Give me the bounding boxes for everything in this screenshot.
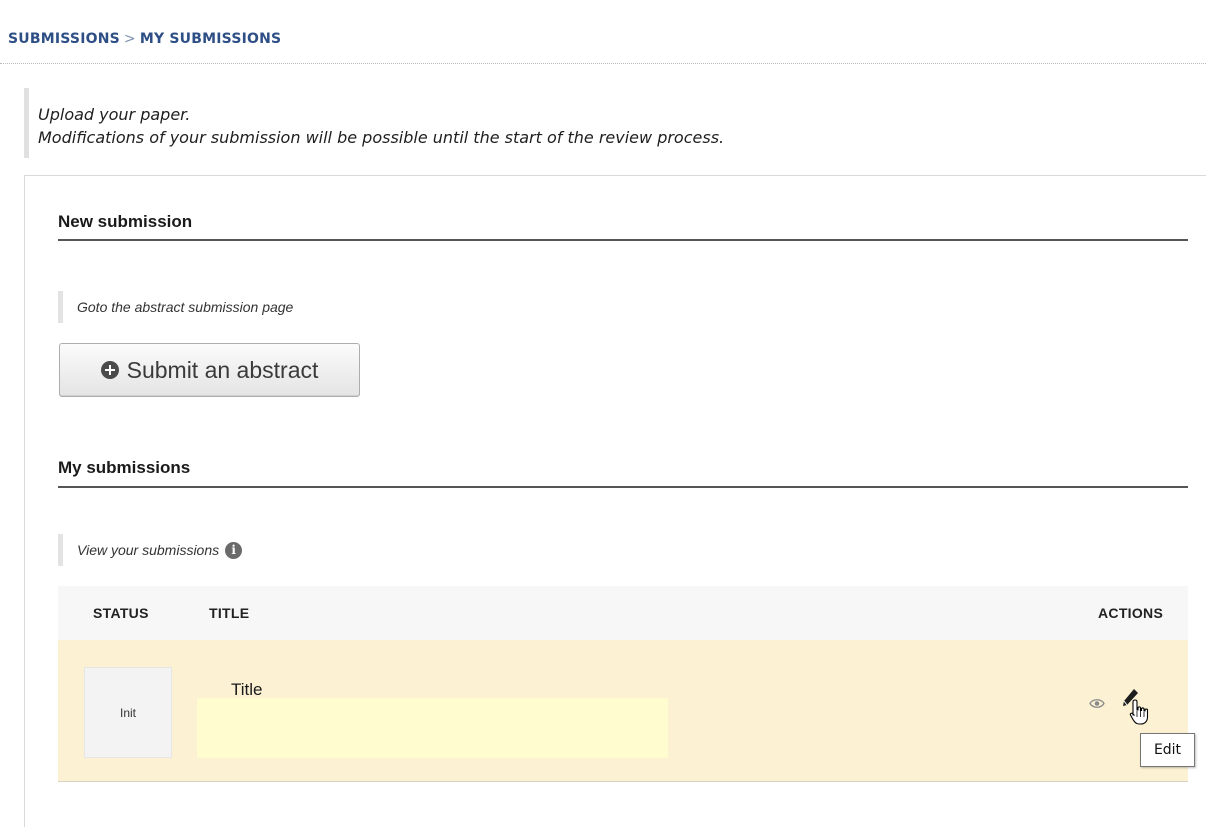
submission-title[interactable]: Title xyxy=(231,680,263,700)
column-header-status: STATUS xyxy=(93,605,149,621)
my-submissions-heading: My submissions xyxy=(58,458,191,477)
breadcrumb: SUBMISSIONS > MY SUBMISSIONS xyxy=(0,0,1206,64)
column-header-actions: ACTIONS xyxy=(1098,605,1164,621)
submissions-table-header: STATUS TITLE ACTIONS xyxy=(58,586,1188,640)
intro-line-2: Modifications of your submission will be… xyxy=(38,128,725,147)
breadcrumb-separator: > xyxy=(123,31,136,47)
title-highlight xyxy=(197,698,668,758)
intro-line-1: Upload your paper. xyxy=(38,105,191,124)
new-submission-divider xyxy=(58,239,1188,241)
edit-tooltip: Edit xyxy=(1140,733,1195,767)
column-header-title: TITLE xyxy=(209,605,250,621)
view-eye-icon[interactable] xyxy=(1089,696,1105,714)
breadcrumb-current-page: MY SUBMISSIONS xyxy=(139,31,282,47)
my-submissions-divider xyxy=(58,486,1188,488)
breadcrumb-text: SUBMISSIONS > MY SUBMISSIONS xyxy=(8,31,281,47)
breadcrumb-link-submissions[interactable]: SUBMISSIONS xyxy=(8,31,120,47)
my-submissions-hint-text: View your submissions xyxy=(77,542,220,558)
intro-note: Upload your paper. Modifications of your… xyxy=(24,88,1184,158)
info-icon[interactable]: i xyxy=(225,541,243,559)
new-submission-hint-text: Goto the abstract submission page xyxy=(77,299,294,315)
plus-circle-icon xyxy=(100,361,119,379)
hand-pointer-cursor-icon xyxy=(1128,698,1152,733)
status-text: Init xyxy=(119,705,136,720)
submit-abstract-button[interactable]: Submit an abstract xyxy=(59,343,360,397)
submit-abstract-label: Submit an abstract xyxy=(126,356,319,383)
new-submission-hint: Goto the abstract submission page xyxy=(58,291,293,323)
tooltip-text: Edit xyxy=(1153,742,1182,758)
new-submission-heading: New submission xyxy=(58,212,193,231)
status-badge: Init xyxy=(84,667,172,758)
table-row: Init Title xyxy=(58,640,1188,782)
my-submissions-hint: View your submissions i xyxy=(58,534,243,566)
